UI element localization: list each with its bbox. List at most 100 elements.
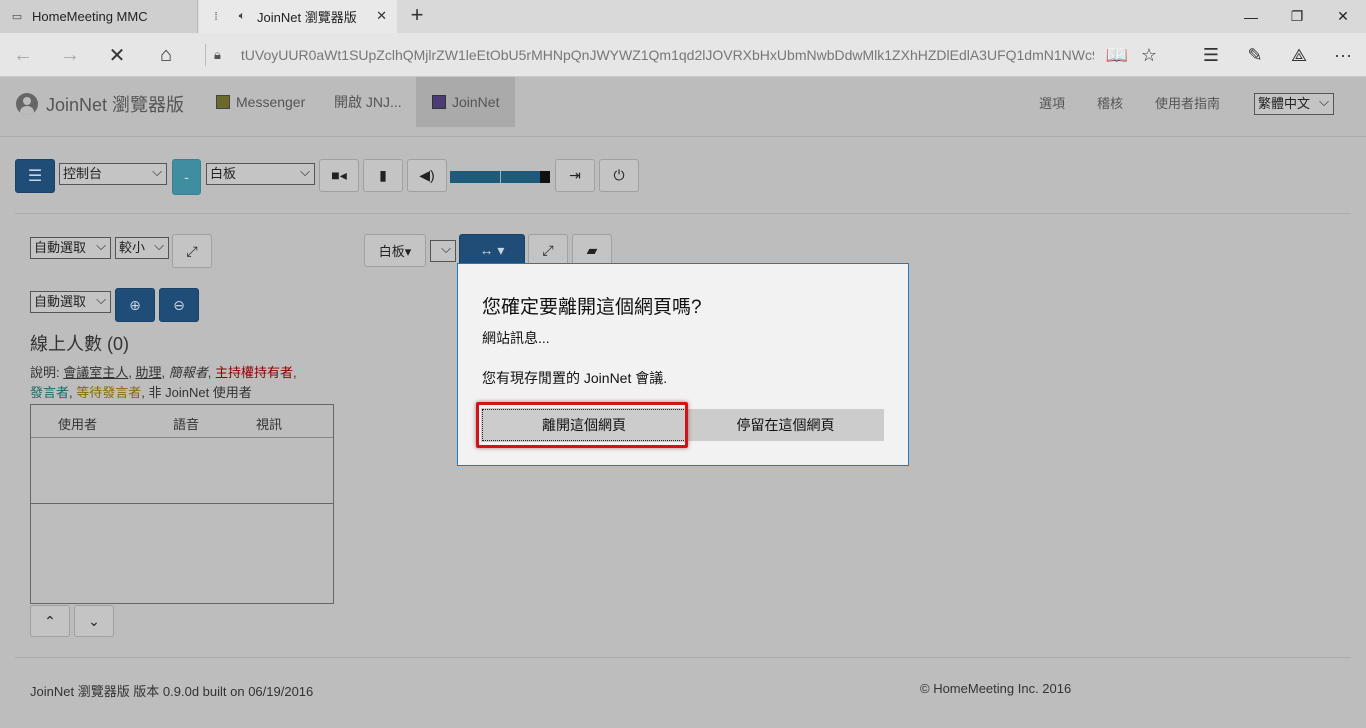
- more-icon[interactable]: ···: [1328, 41, 1358, 69]
- messenger-icon: [216, 95, 230, 109]
- tab-title: JoinNet 瀏覽器版: [257, 10, 357, 25]
- power-button[interactable]: ⏻: [599, 159, 639, 192]
- camera-icon: ■◂: [331, 167, 347, 183]
- address-bar: ← → ✕ ⌂ 🔒︎ tUVoyUUR0aWt1SUpZclhQMjlrZW1l…: [0, 33, 1366, 77]
- web-note-icon[interactable]: ✎: [1240, 41, 1270, 69]
- legend-owner: 主持權持有者: [215, 365, 294, 380]
- expand-icon: ⤢: [542, 242, 554, 258]
- nav-open-jnj[interactable]: 開啟 JNJ...: [334, 77, 402, 127]
- dialog-title: 您確定要離開這個網頁嗎?: [482, 297, 702, 318]
- nav-messenger[interactable]: Messenger: [216, 77, 305, 127]
- download-button[interactable]: ⊖: [159, 288, 199, 322]
- nav-label: 開啟 JNJ...: [334, 94, 402, 110]
- legend-waiting: 等待發言者: [76, 385, 142, 400]
- leave-page-button[interactable]: 離開這個網頁: [481, 408, 687, 442]
- nav-label: Messenger: [236, 94, 306, 110]
- language-select[interactable]: 繁體中文: [1254, 92, 1334, 115]
- version-text: JoinNet 瀏覽器版 版本 0.9.0d built on 06/19/20…: [30, 684, 314, 699]
- folder-icon: ▰: [586, 242, 598, 258]
- scroll-down-button[interactable]: ⌄: [74, 605, 114, 637]
- stop-button[interactable]: ✕: [102, 41, 132, 69]
- back-button[interactable]: ←: [8, 41, 38, 69]
- forward-button[interactable]: →: [55, 41, 85, 69]
- home-button[interactable]: ⌂: [151, 41, 181, 69]
- browser-tab-bar: ▭ HomeMeeting MMC ⁞ 🔈︎ JoinNet 瀏覽器版 ✕ + …: [0, 0, 1366, 33]
- tab-close-icon[interactable]: ✕: [376, 8, 387, 24]
- user-avatar-icon: [16, 93, 38, 115]
- column-audio: 語音: [173, 417, 200, 432]
- nav-audit[interactable]: 稽核: [1097, 93, 1123, 112]
- url-field[interactable]: 🔒︎ tUVoyUUR0aWt1SUpZclhQMjlrZW1leEtObU5r…: [214, 41, 1094, 69]
- share-icon[interactable]: ⟁: [1284, 41, 1314, 69]
- user-table: 使用者 語音 視訊: [30, 404, 334, 604]
- tab-homemeeting-mmc[interactable]: ▭ HomeMeeting MMC: [0, 0, 198, 33]
- camera-button[interactable]: ■◂: [319, 159, 359, 192]
- stay-on-page-button[interactable]: 停留在這個網頁: [687, 409, 884, 441]
- console-select[interactable]: 控制台: [59, 162, 167, 185]
- app-navbar: JoinNet 瀏覽器版 Messenger 開啟 JNJ... JoinNet…: [0, 77, 1366, 137]
- footer-divider: [15, 657, 1351, 658]
- nav-user-guide[interactable]: 使用者指南: [1155, 93, 1220, 112]
- toolbar-separator: [205, 44, 206, 66]
- copyright-text: © HomeMeeting Inc. 2016: [920, 681, 1072, 696]
- arrows-horizontal-icon: ↔ ▾: [479, 242, 505, 258]
- legend-reporter: 簡報者: [168, 365, 208, 380]
- column-user: 使用者: [58, 417, 98, 432]
- expand-button[interactable]: ⤢: [172, 234, 212, 268]
- dialog-subtitle: 網站訊息...: [482, 330, 550, 346]
- new-tab-button[interactable]: +: [405, 3, 429, 27]
- legend-host: 會議室主人: [63, 365, 129, 380]
- expand-icon: ⤢: [186, 242, 198, 259]
- hub-icon[interactable]: ☰: [1196, 41, 1226, 69]
- nav-label: JoinNet: [452, 94, 500, 110]
- brand-title: JoinNet 瀏覽器版: [46, 95, 185, 115]
- tab-title: HomeMeeting MMC: [32, 9, 148, 24]
- microphone-button[interactable]: ▮: [363, 159, 403, 192]
- auto-select-1[interactable]: 自動選取: [30, 236, 111, 259]
- favorite-star-icon[interactable]: ☆: [1134, 41, 1164, 69]
- chevron-down-icon: ⌄: [88, 612, 100, 629]
- speaker-button[interactable]: ◀): [407, 159, 447, 192]
- user-table-header: 使用者 語音 視訊: [31, 405, 333, 438]
- scroll-up-button[interactable]: ⌃: [30, 605, 70, 637]
- legend-prefix: 說明:: [30, 365, 60, 380]
- speaker-icon: ◀): [419, 167, 435, 183]
- legend-non-user: 非 JoinNet 使用者: [148, 385, 252, 400]
- leave-page-dialog: 您確定要離開這個網頁嗎? 網站訊息... 您有現存閒置的 JoinNet 會議.…: [457, 263, 909, 466]
- auto-select-2[interactable]: 自動選取: [30, 290, 111, 313]
- login-button[interactable]: ⇥: [555, 159, 595, 192]
- volume-slider[interactable]: [450, 171, 550, 183]
- joinnet-icon: [432, 95, 446, 109]
- online-count-title: 線上人數 (0): [30, 334, 129, 354]
- audio-icon: 🔈︎: [238, 10, 246, 22]
- divider: [15, 213, 1351, 214]
- slider-knob[interactable]: [540, 171, 550, 183]
- loading-icon: ⁞: [214, 10, 218, 23]
- legend-assistant: 助理: [135, 365, 162, 380]
- power-icon: ⏻: [613, 167, 625, 183]
- arrow-up-circle-icon: ⊕: [129, 296, 141, 313]
- small-select[interactable]: [430, 239, 456, 262]
- close-window-button[interactable]: ✕: [1320, 0, 1366, 33]
- upload-button[interactable]: ⊕: [115, 288, 155, 322]
- tab-joinnet[interactable]: ⁞ 🔈︎ JoinNet 瀏覽器版 ✕: [199, 0, 397, 33]
- nav-options[interactable]: 選項: [1039, 93, 1065, 112]
- chevron-up-icon: ⌃: [44, 612, 56, 629]
- size-select[interactable]: 較小: [115, 236, 169, 259]
- reading-view-icon[interactable]: 📖: [1102, 41, 1132, 69]
- nav-joinnet[interactable]: JoinNet: [416, 77, 516, 127]
- minimize-button[interactable]: —: [1228, 0, 1274, 33]
- restore-button[interactable]: ❐: [1274, 0, 1320, 33]
- whiteboard-dropdown-button[interactable]: 白板▾: [364, 234, 426, 267]
- table-divider: [31, 503, 333, 504]
- legend-speaker: 發言者: [30, 385, 70, 400]
- whiteboard-select[interactable]: 白板: [206, 162, 315, 185]
- arrow-down-circle-icon: ⊖: [173, 296, 185, 313]
- column-video: 視訊: [256, 417, 283, 432]
- url-text: tUVoyUUR0aWt1SUpZclhQMjlrZW1leEtObU5rMHN…: [240, 47, 1094, 63]
- lock-icon: 🔒︎: [214, 47, 221, 62]
- menu-button[interactable]: ☰: [15, 159, 55, 193]
- teal-button[interactable]: -: [172, 159, 201, 195]
- brand[interactable]: JoinNet 瀏覽器版: [16, 91, 184, 117]
- microphone-icon: ▮: [379, 167, 387, 183]
